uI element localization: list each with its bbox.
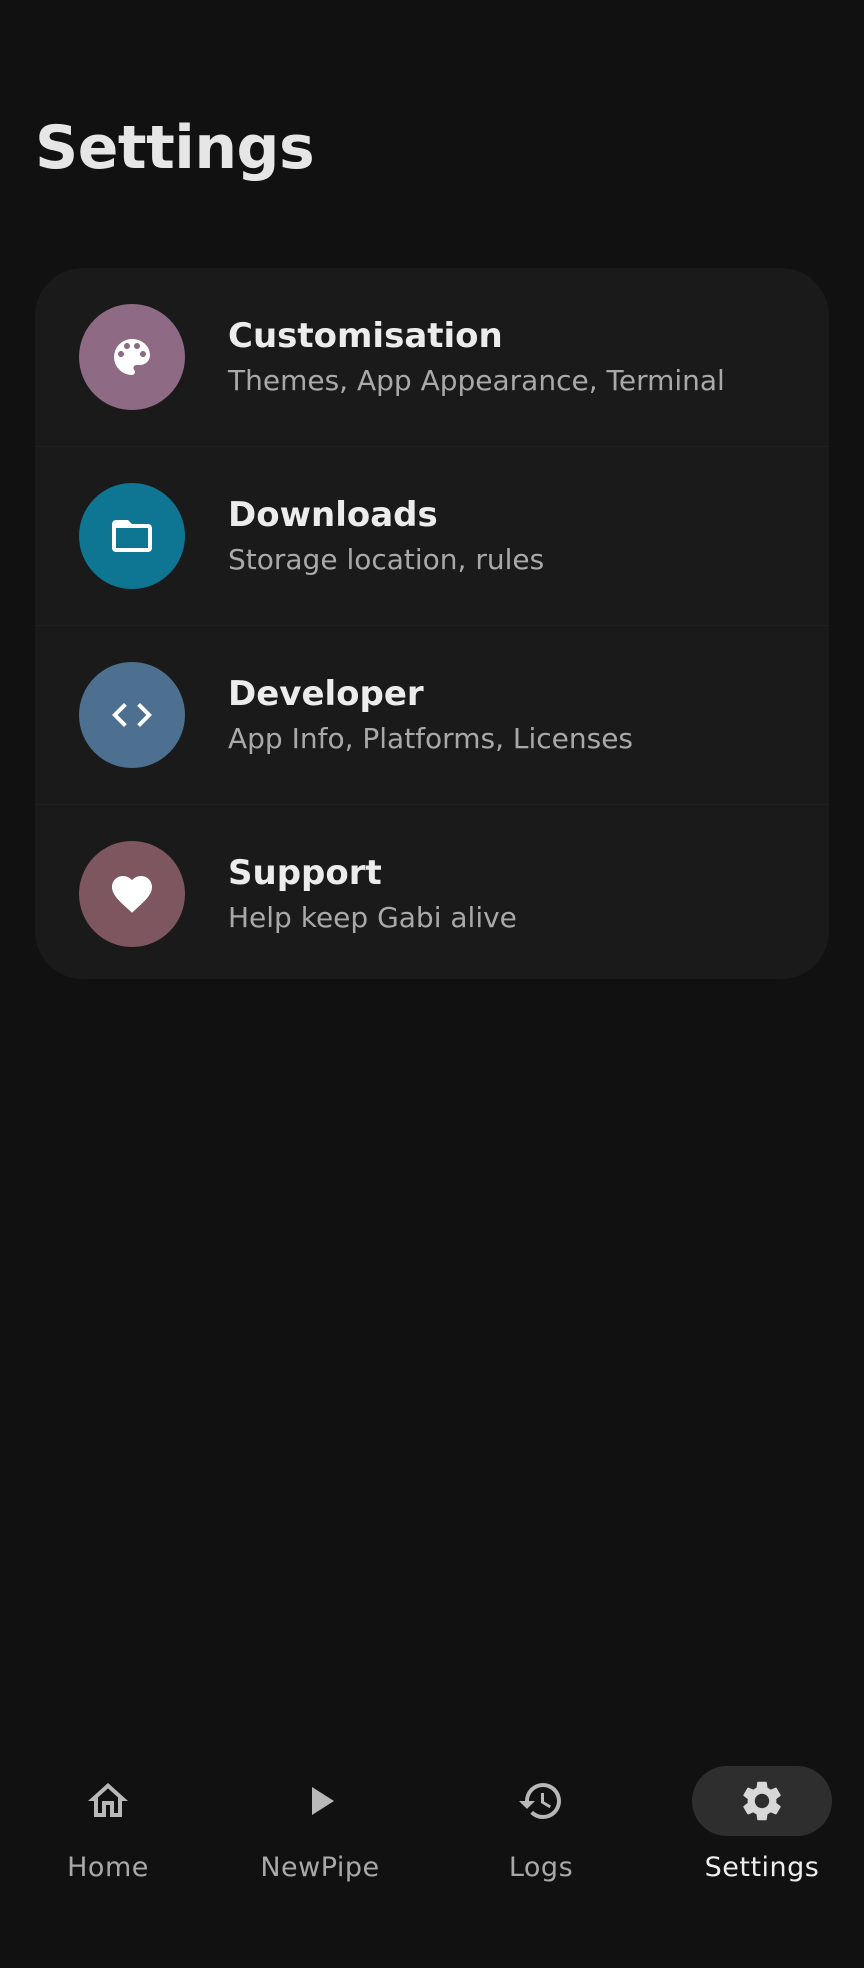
settings-list: Customisation Themes, App Appearance, Te… bbox=[35, 268, 829, 979]
nav-label: Logs bbox=[508, 1852, 574, 1883]
code-icon bbox=[79, 662, 185, 768]
play-icon bbox=[250, 1766, 390, 1836]
gear-icon bbox=[692, 1766, 832, 1836]
folder-icon bbox=[79, 483, 185, 589]
nav-item-logs[interactable]: Logs bbox=[433, 1766, 649, 1916]
settings-item-subtitle: Storage location, rules bbox=[228, 543, 545, 576]
settings-item-downloads[interactable]: Downloads Storage location, rules bbox=[35, 446, 829, 625]
nav-label: Settings bbox=[704, 1852, 820, 1883]
settings-item-title: Customisation bbox=[228, 316, 503, 356]
settings-item-customisation[interactable]: Customisation Themes, App Appearance, Te… bbox=[35, 268, 829, 446]
nav-label: Home bbox=[67, 1852, 149, 1883]
nav-label: NewPipe bbox=[260, 1852, 380, 1883]
palette-icon bbox=[79, 304, 185, 410]
heart-icon bbox=[79, 841, 185, 947]
settings-item-subtitle: App Info, Platforms, Licenses bbox=[228, 722, 634, 755]
settings-item-title: Developer bbox=[228, 674, 424, 714]
bottom-navigation: Home NewPipe Logs Settings bbox=[0, 1740, 864, 1968]
page-title: Settings bbox=[35, 113, 315, 183]
nav-item-settings[interactable]: Settings bbox=[654, 1766, 864, 1916]
settings-item-title: Downloads bbox=[228, 495, 438, 535]
nav-item-home[interactable]: Home bbox=[0, 1766, 216, 1916]
nav-item-newpipe[interactable]: NewPipe bbox=[212, 1766, 428, 1916]
settings-item-title: Support bbox=[228, 853, 382, 893]
settings-item-subtitle: Help keep Gabi alive bbox=[228, 901, 517, 934]
home-icon bbox=[38, 1766, 178, 1836]
settings-item-developer[interactable]: Developer App Info, Platforms, Licenses bbox=[35, 625, 829, 804]
settings-item-subtitle: Themes, App Appearance, Terminal bbox=[228, 364, 725, 397]
settings-item-support[interactable]: Support Help keep Gabi alive bbox=[35, 804, 829, 979]
history-icon bbox=[471, 1766, 611, 1836]
